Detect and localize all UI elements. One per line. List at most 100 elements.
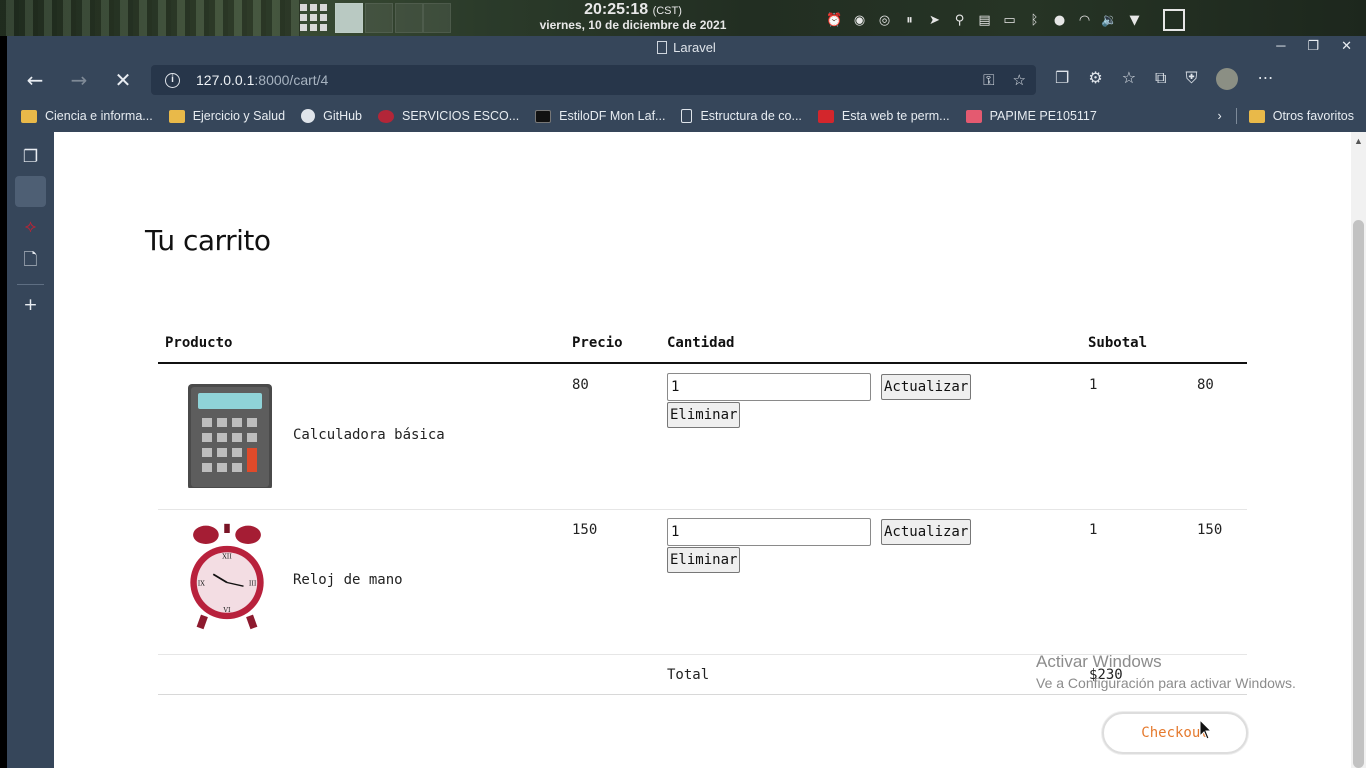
workspace-1[interactable]: [335, 3, 363, 33]
scrollbar-thumb[interactable]: [1353, 220, 1364, 768]
bookmark-item[interactable]: Ejercicio y Salud: [168, 109, 285, 123]
product-name: Reloj de mano: [293, 572, 403, 588]
total-value: $230: [1089, 667, 1123, 683]
page-icon: [681, 109, 693, 123]
record-icon[interactable]: ◉: [851, 12, 868, 29]
bookmark-item[interactable]: GitHub: [301, 109, 362, 123]
bookmark-label: EstiloDF Mon Laf...: [559, 109, 666, 123]
battery-icon[interactable]: ▭: [1001, 12, 1018, 29]
folder-icon: [168, 109, 185, 123]
profile-avatar[interactable]: [1216, 68, 1239, 90]
bookmark-label: Ciencia e informa...: [45, 109, 153, 123]
clock[interactable]: 20:25:18 (CST) viernes, 10 de diciembre …: [526, 1, 740, 32]
watermark-title: Activar Windows: [1036, 652, 1162, 671]
alarm-icon[interactable]: ⏰: [826, 12, 843, 29]
wifi-icon[interactable]: ◠: [1076, 12, 1093, 29]
bookmark-item[interactable]: Ciencia e informa...: [21, 109, 153, 123]
row-divider: [158, 509, 1247, 510]
scroll-up-icon[interactable]: ▲: [1354, 136, 1363, 146]
alarm-clock-image: XII VI IX III: [190, 523, 264, 630]
red-site-icon: [817, 109, 834, 123]
bookmark-label: Estructura de co...: [700, 109, 802, 123]
bluetooth-icon[interactable]: ᛒ: [1026, 12, 1043, 29]
window-title: Laravel: [673, 40, 716, 55]
clipboard-icon[interactable]: ▤: [976, 12, 993, 29]
folder-icon: [1248, 109, 1265, 123]
stop-loading-button[interactable]: ✕: [109, 66, 137, 94]
workspace-2[interactable]: [365, 3, 393, 33]
github-icon: [301, 109, 316, 123]
remove-button[interactable]: Eliminar: [667, 402, 741, 428]
wallpaper-strip: [0, 0, 300, 36]
add-tab-icon[interactable]: +: [15, 289, 46, 320]
menu-down-icon[interactable]: ▼: [1126, 12, 1143, 29]
key-icon[interactable]: ⚿: [983, 71, 994, 89]
page-content: Tu carrito Producto Precio Cantidad Subo…: [54, 132, 1351, 768]
update-button[interactable]: Actualizar: [881, 519, 972, 545]
pause-icon[interactable]: ⏸: [901, 12, 918, 29]
update-button[interactable]: Actualizar: [881, 374, 972, 400]
extensions-icon[interactable]: ⚙: [1088, 68, 1102, 90]
quantity-input[interactable]: [667, 373, 871, 401]
estilodf-icon: [535, 109, 552, 123]
workspace-4[interactable]: [423, 3, 451, 33]
headset-icon[interactable]: ◎: [876, 12, 893, 29]
bookmark-item[interactable]: Estructura de co...: [681, 109, 802, 123]
quantity-input[interactable]: [667, 518, 871, 546]
url-text[interactable]: 127.0.0.1:8000/cart/4: [196, 72, 328, 88]
clock-timezone: (CST): [652, 5, 682, 17]
page-scrollbar[interactable]: ▲: [1351, 132, 1366, 768]
bookmark-item[interactable]: SERVICIOS ESCO...: [378, 109, 519, 123]
forward-button[interactable]: →: [65, 66, 93, 94]
folder-icon: [21, 109, 37, 123]
window-icon[interactable]: [1163, 9, 1185, 31]
collections-icon[interactable]: ❐: [1055, 68, 1069, 90]
svg-text:IX: IX: [198, 579, 206, 587]
navigation-bar: ← → ✕ i 127.0.0.1:8000/cart/4 ⚿ ☆ ❐ ⚙ ☆ …: [7, 60, 1366, 100]
laravel-icon[interactable]: ⟡: [15, 211, 46, 242]
bookmark-label: GitHub: [323, 109, 362, 123]
close-window-button[interactable]: ✕: [1341, 38, 1352, 54]
app-grid-icon[interactable]: [300, 4, 327, 31]
other-favorites[interactable]: Otros favoritos: [1273, 109, 1354, 123]
clock-time: 20:25:18: [584, 1, 649, 18]
location-icon[interactable]: ⚲: [951, 12, 968, 29]
bookmark-item[interactable]: Esta web te perm...: [817, 109, 950, 123]
restore-button[interactable]: ❐: [1307, 38, 1319, 54]
add-favorite-icon[interactable]: ☆: [1013, 71, 1026, 89]
product-price: 80: [572, 377, 589, 393]
document-icon: [657, 41, 668, 54]
page-title: Tu carrito: [145, 224, 271, 257]
mouse-cursor-icon: [1199, 719, 1213, 740]
bookmark-label: Esta web te perm...: [841, 109, 950, 123]
back-button[interactable]: ←: [21, 66, 49, 94]
header-product: Producto: [165, 335, 233, 351]
site-info-icon[interactable]: i: [165, 72, 180, 88]
bookmark-item[interactable]: EstiloDF Mon Laf...: [535, 109, 665, 123]
minimize-button[interactable]: ─: [1276, 38, 1285, 54]
tabs-icon[interactable]: ❐: [15, 141, 46, 172]
shield-icon[interactable]: ⛨: [1185, 68, 1197, 90]
page-icon[interactable]: 🗋: [15, 246, 46, 277]
more-menu-icon[interactable]: ⋯: [1257, 68, 1273, 90]
url-path: :8000/cart/4: [254, 72, 329, 88]
chevron-right-icon[interactable]: ›: [1218, 109, 1222, 123]
windows-activation-watermark: Activar Windows Ve a Configuración para …: [1036, 652, 1296, 691]
bookmark-divider: [1235, 108, 1237, 124]
svg-text:III: III: [249, 579, 257, 587]
header-price: Precio: [572, 335, 623, 351]
sidebar-divider: [17, 284, 44, 285]
remove-button[interactable]: Eliminar: [667, 547, 741, 573]
clock-date: viernes, 10 de diciembre de 2021: [539, 18, 727, 32]
mic-icon[interactable]: ●: [1051, 12, 1068, 29]
workspace-3[interactable]: [395, 3, 423, 33]
active-tab-icon[interactable]: [15, 176, 46, 207]
bookmark-item[interactable]: PAPIME PE105117: [965, 109, 1097, 123]
tab-actions-icon[interactable]: ⧉: [1155, 68, 1166, 90]
favorites-icon[interactable]: ☆: [1122, 68, 1136, 90]
checkout-button[interactable]: Checkout: [1102, 712, 1248, 754]
subtotal-quantity: 1: [1089, 377, 1098, 393]
telegram-icon[interactable]: ➤: [926, 12, 943, 29]
address-bar[interactable]: i 127.0.0.1:8000/cart/4 ⚿ ☆: [151, 65, 1036, 95]
volume-icon[interactable]: 🔉: [1101, 12, 1118, 29]
